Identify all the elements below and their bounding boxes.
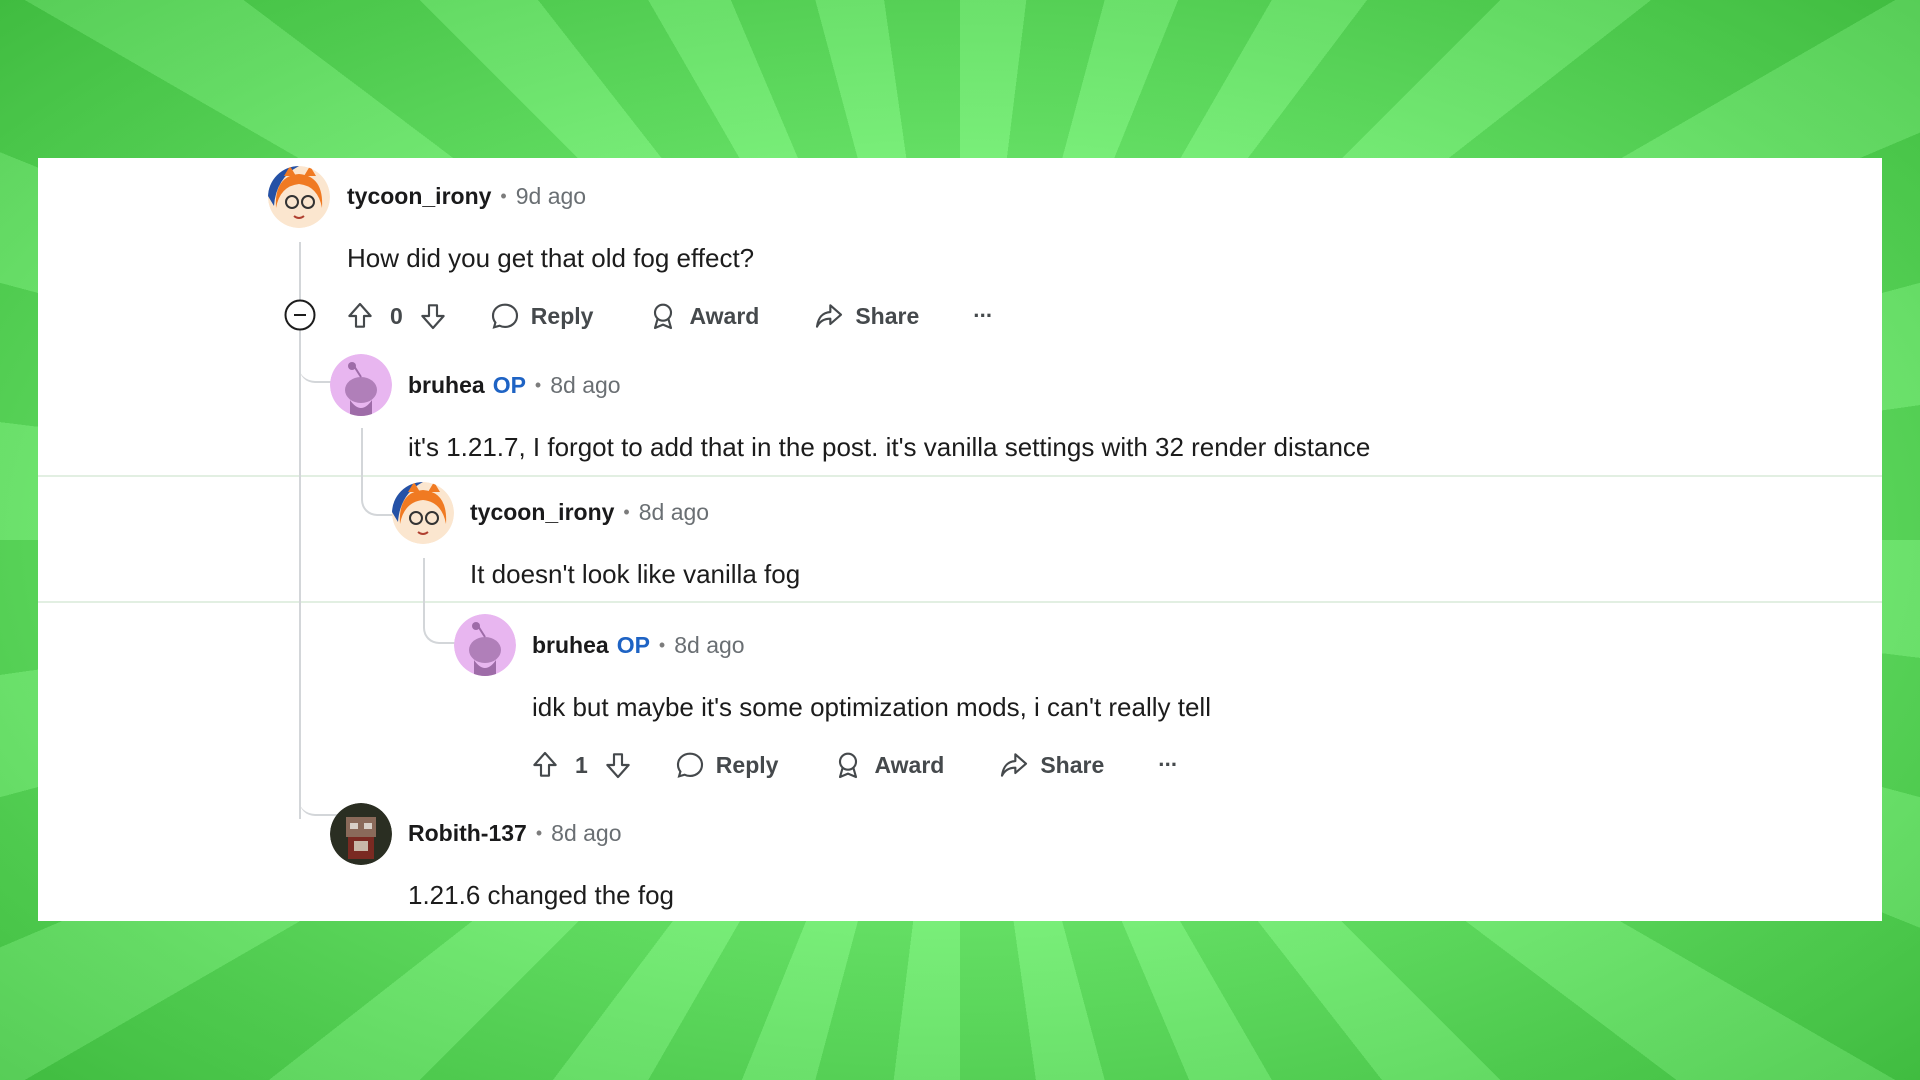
vote-count: 1 xyxy=(575,751,588,778)
reply-label: Reply xyxy=(715,751,779,778)
meta-separator: • xyxy=(534,374,542,395)
pixel-character-avatar-icon[interactable] xyxy=(330,803,392,865)
reply-label: Reply xyxy=(530,302,594,329)
comment-body: idk but maybe it's some optimization mod… xyxy=(532,692,1211,722)
share-label: Share xyxy=(1040,751,1105,778)
vote-count: 0 xyxy=(390,302,403,329)
downvote-arrow-icon xyxy=(421,304,445,330)
username-link[interactable]: tycoon_irony xyxy=(470,499,614,526)
username-link[interactable]: bruhea xyxy=(532,632,609,659)
row-separator xyxy=(38,601,1882,603)
thread-line xyxy=(299,349,301,819)
op-badge: OP xyxy=(492,371,526,398)
award-label: Award xyxy=(874,751,945,778)
comment-meta: bruhea OP • 8d ago xyxy=(408,365,621,405)
anime-girl-avatar-icon[interactable] xyxy=(392,482,454,544)
speech-bubble-icon xyxy=(676,752,703,778)
collapse-thread-button[interactable] xyxy=(284,299,316,331)
username-link[interactable]: Robith-137 xyxy=(408,820,527,847)
comment-meta: Robith-137 • 8d ago xyxy=(408,813,622,853)
row-separator xyxy=(38,475,1882,477)
comment-body: It doesn't look like vanilla fog xyxy=(470,559,801,589)
comment-timestamp[interactable]: 8d ago xyxy=(639,499,709,526)
share-button[interactable]: Share xyxy=(998,749,1104,781)
downvote-button[interactable] xyxy=(602,749,634,781)
award-label: Award xyxy=(689,302,760,329)
share-arrow-icon xyxy=(816,304,843,328)
comment-thread-panel: tycoon_irony • 9d ago How did you get th… xyxy=(38,158,1882,921)
upvote-arrow-icon xyxy=(348,302,372,328)
share-arrow-icon xyxy=(1001,753,1028,777)
speech-bubble-icon xyxy=(491,303,518,329)
comment-body: How did you get that old fog effect? xyxy=(347,243,755,273)
comment-action-bar: 1 Reply Award Share ··· xyxy=(529,743,1178,787)
comment-meta: bruhea OP • 8d ago xyxy=(532,625,745,665)
comment-meta: tycoon_irony • 9d ago xyxy=(347,176,586,216)
anime-girl-avatar-icon[interactable] xyxy=(268,166,330,228)
op-badge: OP xyxy=(616,631,650,658)
ellipsis-icon: ··· xyxy=(1158,752,1178,777)
meta-separator: • xyxy=(535,822,543,843)
meta-separator: • xyxy=(500,185,507,206)
upvote-button[interactable] xyxy=(529,749,561,781)
comment-timestamp[interactable]: 9d ago xyxy=(516,183,586,210)
minus-circle-icon xyxy=(284,299,316,331)
meta-separator: • xyxy=(658,634,666,655)
snoo-avatar-icon[interactable] xyxy=(330,354,392,416)
downvote-button[interactable] xyxy=(417,300,449,332)
award-ribbon-icon xyxy=(839,752,858,779)
downvote-arrow-icon xyxy=(606,753,630,779)
username-link[interactable]: tycoon_irony xyxy=(347,183,491,210)
comment-timestamp[interactable]: 8d ago xyxy=(550,372,620,399)
comment-action-bar: 0 Reply Award Share ··· xyxy=(344,294,993,338)
award-ribbon-icon xyxy=(654,303,673,330)
more-options-button[interactable]: ··· xyxy=(973,303,993,329)
snoo-avatar-icon[interactable] xyxy=(454,614,516,676)
more-options-button[interactable]: ··· xyxy=(1158,752,1178,778)
username-link[interactable]: bruhea xyxy=(408,372,485,399)
share-button[interactable]: Share xyxy=(813,300,919,332)
ellipsis-icon: ··· xyxy=(973,303,993,328)
upvote-arrow-icon xyxy=(533,751,557,777)
award-button[interactable]: Award xyxy=(647,300,759,332)
meta-separator: • xyxy=(623,501,630,522)
reply-button[interactable]: Reply xyxy=(674,749,779,781)
award-button[interactable]: Award xyxy=(832,749,944,781)
comment-body: it's 1.21.7, I forgot to add that in the… xyxy=(408,432,1371,462)
reply-button[interactable]: Reply xyxy=(489,300,594,332)
comment-meta: tycoon_irony • 8d ago xyxy=(470,492,709,532)
share-label: Share xyxy=(855,302,920,329)
comment-timestamp[interactable]: 8d ago xyxy=(551,820,621,847)
upvote-button[interactable] xyxy=(344,300,376,332)
comment-timestamp[interactable]: 8d ago xyxy=(674,632,744,659)
comment-body: 1.21.6 changed the fog xyxy=(408,880,675,910)
